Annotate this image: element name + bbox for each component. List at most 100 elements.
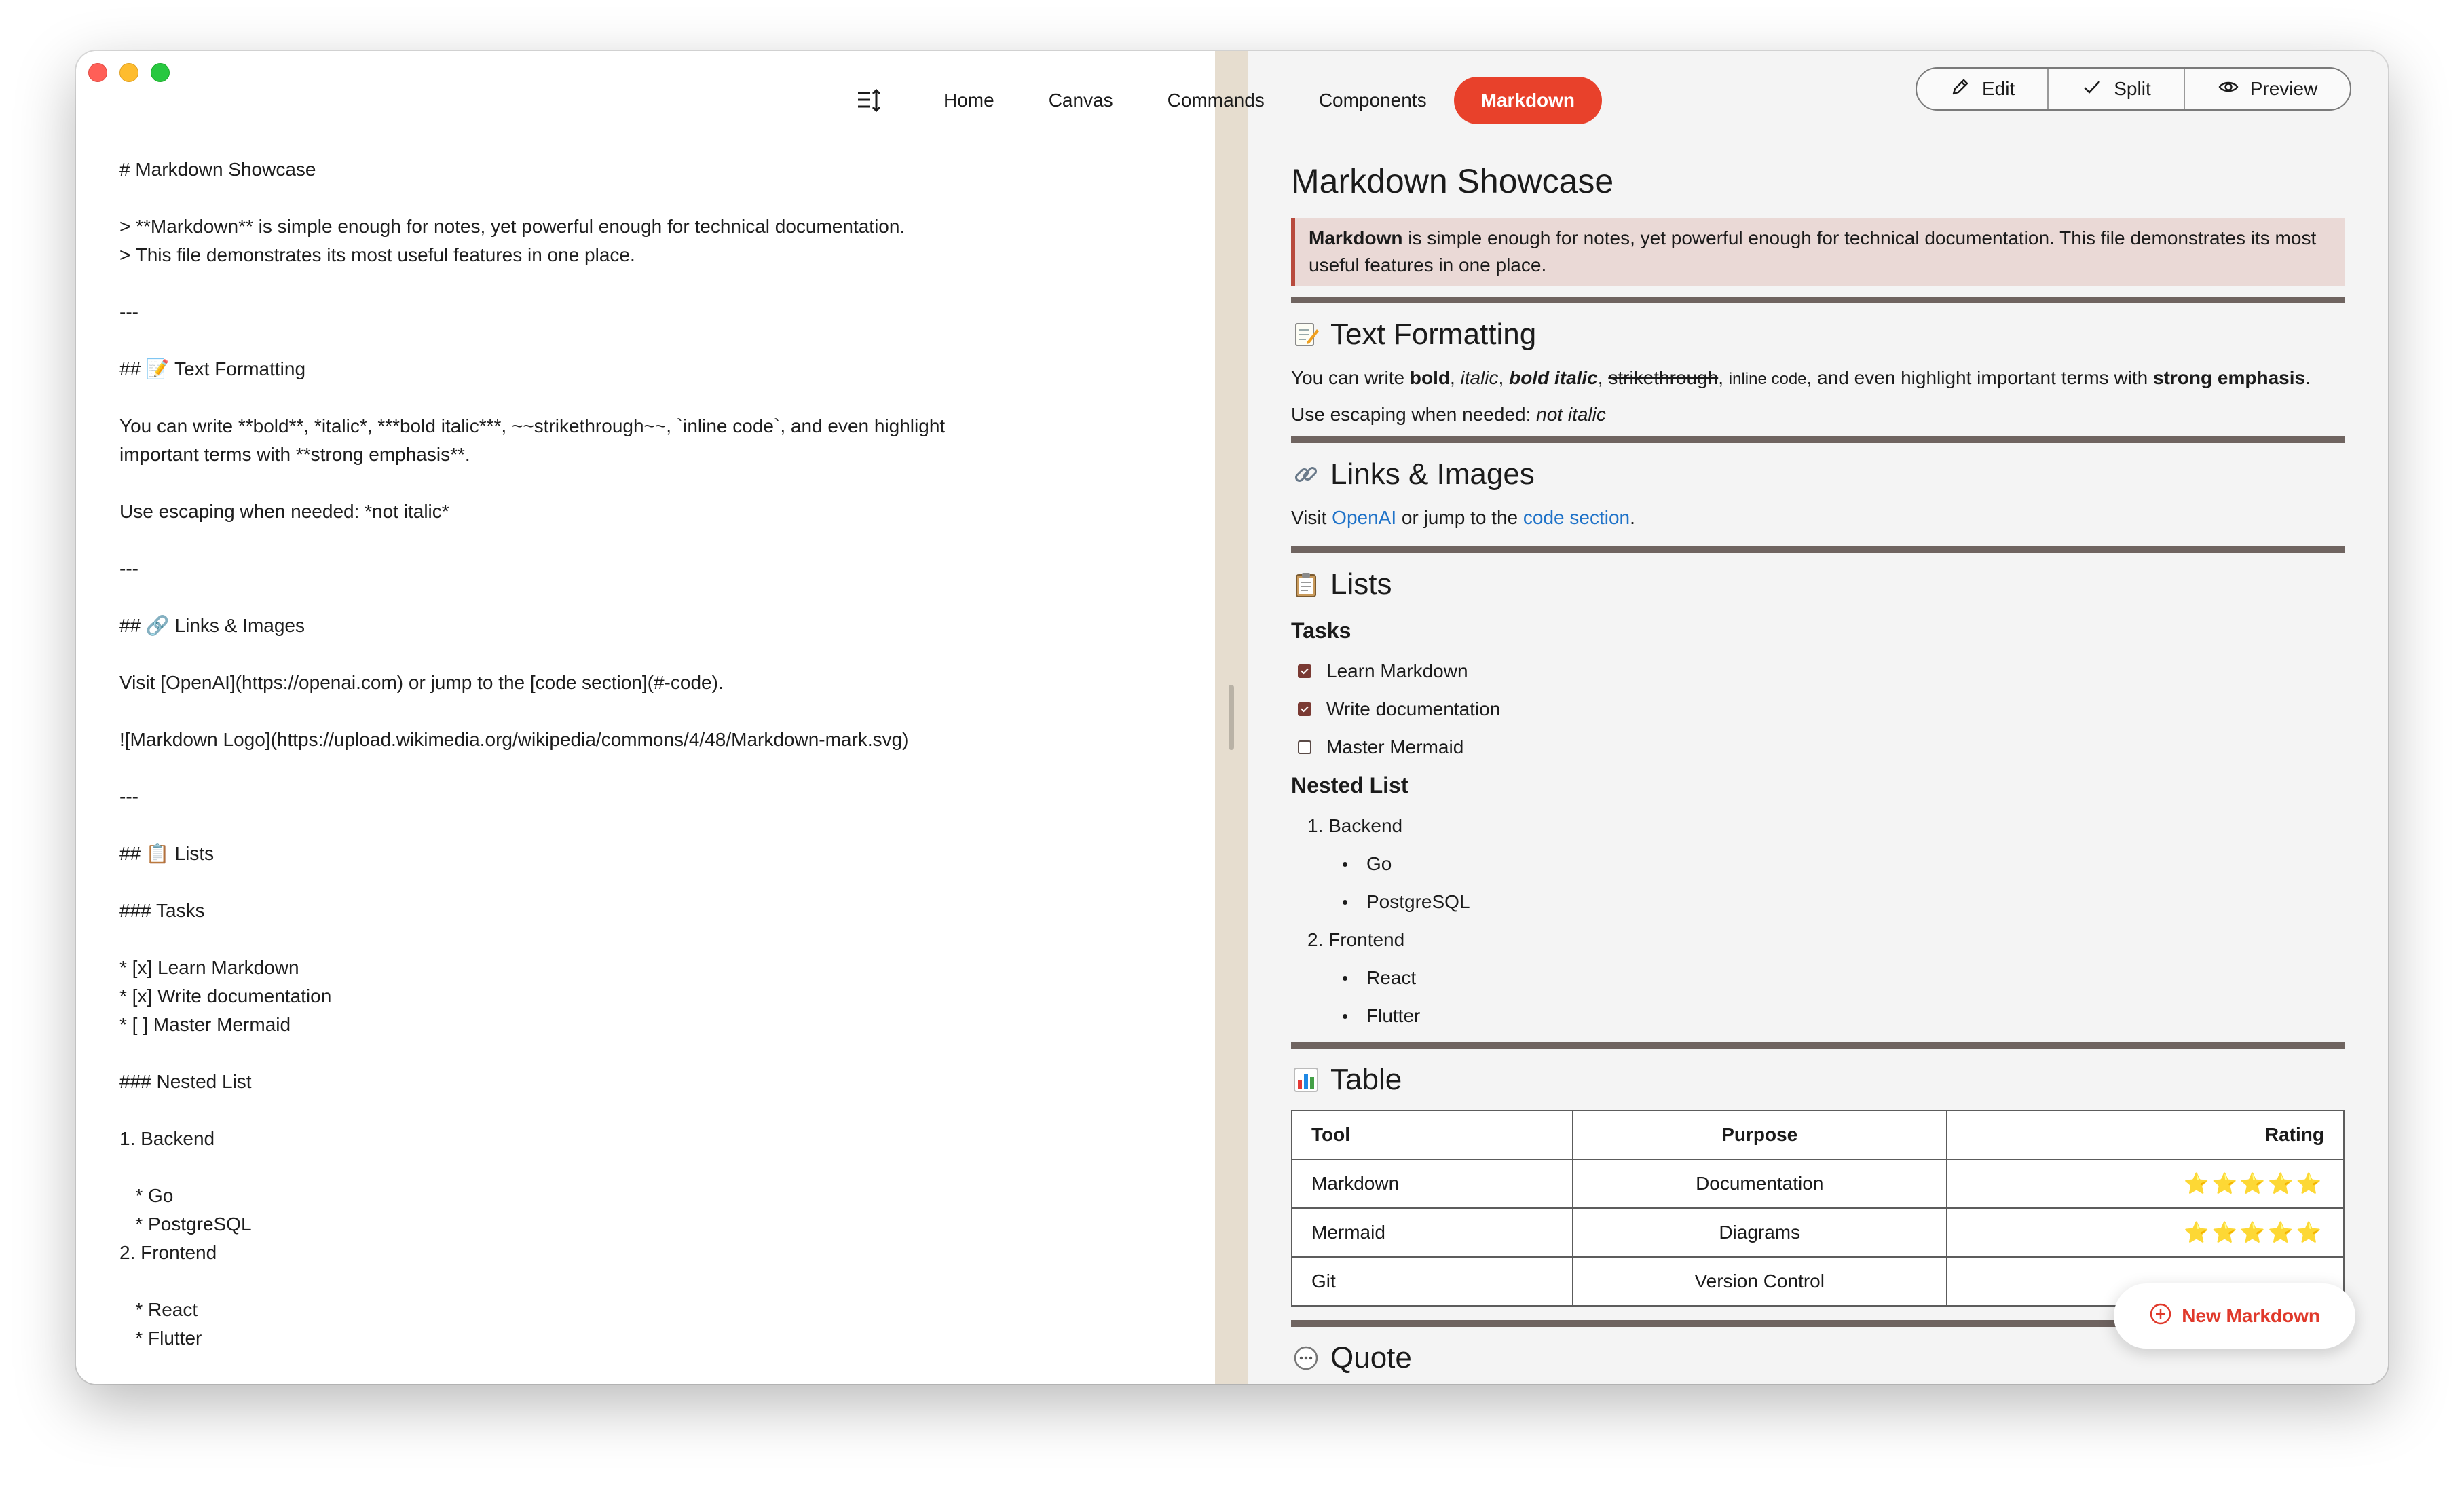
checkbox-checked[interactable] [1298, 702, 1311, 716]
top-nav: Home Canvas Commands Components Markdown [848, 77, 1603, 124]
list-label: Go [1366, 853, 1392, 874]
new-markdown-button[interactable]: New Markdown [2114, 1283, 2355, 1349]
rating-stars: ⭐⭐⭐⭐⭐ [1945, 1159, 2345, 1209]
table-cell: Git [1291, 1256, 1573, 1307]
plus-circle-icon [2149, 1302, 2172, 1330]
column-header: Rating [1945, 1110, 2345, 1160]
table-cell: Version Control [1571, 1256, 1947, 1307]
editor-pane[interactable]: # Markdown Showcase > **Markdown** is si… [76, 51, 1215, 1384]
code-section-link[interactable]: code section [1523, 507, 1630, 528]
task-label: Master Mermaid [1326, 736, 1464, 757]
list-label: Flutter [1366, 1005, 1421, 1026]
ordered-list-item: 2. Frontend [1307, 929, 1405, 950]
checkbox-checked[interactable] [1298, 664, 1311, 678]
nav-components[interactable]: Components [1292, 77, 1454, 124]
task-item[interactable]: Write documentation [1291, 690, 2345, 728]
text-run: . [2305, 367, 2311, 388]
links-paragraph: Visit OpenAI or jump to the code section… [1291, 504, 2345, 531]
nav-commands[interactable]: Commands [1140, 77, 1292, 124]
preview-label: Preview [2250, 78, 2318, 99]
new-markdown-label: New Markdown [2182, 1305, 2320, 1326]
nav-home[interactable]: Home [916, 77, 1022, 124]
markdown-table: Tool Purpose Rating Markdown Documentati… [1291, 1110, 2345, 1307]
list-sort-icon[interactable] [848, 80, 889, 121]
bold-italic-text: bold italic [1509, 367, 1598, 388]
blockquote: Markdown is simple enough for notes, yet… [1291, 218, 2345, 286]
preview-content: Markdown Showcase Markdown is simple eno… [1291, 159, 2345, 1384]
nav-canvas[interactable]: Canvas [1022, 77, 1140, 124]
text-run: . [1630, 507, 1635, 528]
minimize-window-button[interactable] [119, 63, 138, 82]
italic-text: italic [1460, 367, 1499, 388]
column-header: Tool [1291, 1110, 1573, 1160]
zoom-window-button[interactable] [151, 63, 170, 82]
eye-icon [2218, 76, 2239, 102]
text-run: , [1597, 367, 1609, 388]
table-cell: Diagrams [1571, 1207, 1947, 1258]
checkmark-icon [2081, 76, 2103, 102]
bullet-icon [1343, 975, 1347, 981]
nav-markdown[interactable]: Markdown [1453, 77, 1603, 124]
table-cell: Documentation [1571, 1159, 1947, 1209]
memo-icon [1291, 320, 1321, 350]
heading-text-formatting: Text Formatting [1291, 314, 2345, 355]
task-item[interactable]: Master Mermaid [1291, 728, 2345, 766]
strong-text: strong emphasis [2153, 367, 2306, 388]
table-row: Markdown Documentation ⭐⭐⭐⭐⭐ [1291, 1159, 2345, 1209]
text-run: Use escaping when needed: [1291, 404, 1537, 425]
divider-drag-handle[interactable] [1229, 685, 1234, 750]
pencil-icon [1949, 76, 1971, 102]
table-header-row: Tool Purpose Rating [1291, 1110, 2345, 1160]
task-item[interactable]: Learn Markdown [1291, 652, 2345, 690]
bullet-list-item: React [1291, 959, 2345, 997]
text-run: Visit [1291, 507, 1332, 528]
heading-label: Lists [1330, 567, 1392, 601]
horizontal-rule [1291, 1042, 2345, 1049]
split-divider[interactable] [1215, 51, 1248, 1384]
traffic-lights [88, 63, 170, 82]
markdown-source-text[interactable]: # Markdown Showcase > **Markdown** is si… [119, 155, 945, 1353]
quote-text: is simple enough for notes, yet powerful… [1309, 227, 2317, 276]
link-icon [1291, 459, 1321, 489]
split-label: Split [2114, 78, 2151, 99]
list-label: PostgreSQL [1366, 891, 1470, 912]
edit-mode-button[interactable]: Edit [1917, 69, 2049, 109]
column-header: Purpose [1571, 1110, 1947, 1160]
ordered-list-item: 1. Backend [1307, 815, 1403, 836]
preview-mode-button[interactable]: Preview [2185, 69, 2351, 109]
escaping-paragraph: Use escaping when needed: not italic [1291, 401, 2345, 428]
formatting-paragraph: You can write bold, italic, bold italic,… [1291, 364, 2345, 393]
bullet-list-item: Go [1291, 845, 2345, 883]
preview-title: Markdown Showcase [1291, 162, 1614, 200]
bar-chart-icon [1291, 1065, 1321, 1095]
horizontal-rule [1291, 436, 2345, 443]
edit-label: Edit [1982, 78, 2015, 99]
heading-tasks: Tasks [1291, 618, 1351, 643]
table-cell: Markdown [1291, 1159, 1573, 1209]
horizontal-rule [1291, 546, 2345, 553]
text-run: You can write [1291, 367, 1410, 388]
heading-label: Table [1330, 1063, 1402, 1096]
strikethrough-text: strikethrough [1608, 367, 1719, 388]
text-run: , and even highlight important terms wit… [1806, 367, 2154, 388]
openai-link[interactable]: OpenAI [1332, 507, 1396, 528]
bullet-icon [1343, 899, 1347, 905]
table-cell: Mermaid [1291, 1207, 1573, 1258]
text-run: , [1449, 367, 1461, 388]
heading-label: Quote [1330, 1341, 1412, 1374]
text-run: , [1718, 367, 1729, 388]
speech-bubble-icon [1291, 1343, 1321, 1373]
checkbox-unchecked[interactable] [1298, 740, 1311, 754]
heading-nested-list: Nested List [1291, 773, 1408, 797]
split-mode-button[interactable]: Split [2049, 69, 2185, 109]
close-window-button[interactable] [88, 63, 107, 82]
text-run: or jump to the [1396, 507, 1523, 528]
heading-table: Table [1291, 1059, 2345, 1100]
app-window: # Markdown Showcase > **Markdown** is si… [76, 51, 2388, 1384]
task-label: Write documentation [1326, 698, 1501, 719]
heading-label: Links & Images [1330, 457, 1535, 491]
table-row: Mermaid Diagrams ⭐⭐⭐⭐⭐ [1291, 1207, 2345, 1258]
preview-pane: Markdown Showcase Markdown is simple eno… [1248, 51, 2388, 1384]
heading-lists: Lists [1291, 564, 2345, 605]
horizontal-rule [1291, 297, 2345, 303]
